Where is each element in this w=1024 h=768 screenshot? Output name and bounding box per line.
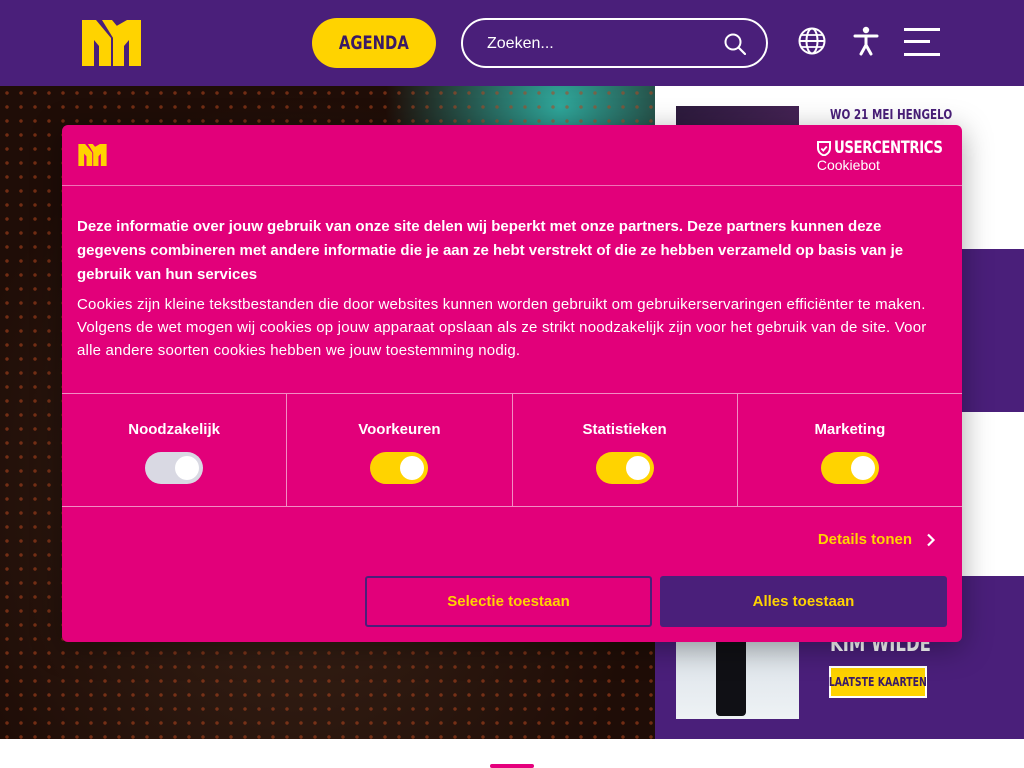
details-label: Details tonen: [817, 531, 912, 548]
allow-selection-button[interactable]: Selectie toestaan: [365, 576, 652, 627]
shield-icon: [816, 140, 831, 156]
category-necessary: Noodzakelijk: [62, 394, 288, 506]
search-input[interactable]: [487, 32, 707, 56]
preferences-toggle[interactable]: [370, 452, 429, 484]
menu-icon[interactable]: [904, 28, 940, 56]
marketing-toggle[interactable]: [820, 452, 879, 484]
category-label: Noodzakelijk: [128, 421, 220, 438]
ticket-status-label: LAATSTE KAARTEN: [828, 675, 928, 689]
category-preferences: Voorkeuren: [287, 394, 513, 506]
search-box[interactable]: [461, 18, 768, 68]
category-statistics: Statistieken: [513, 394, 738, 506]
brand-sub: Cookiebot: [816, 157, 880, 173]
statistics-toggle[interactable]: [595, 452, 654, 484]
dialog-header: USERCENTRICS Cookiebot: [62, 125, 962, 186]
category-label: Voorkeuren: [358, 421, 441, 438]
site-logo[interactable]: [82, 20, 141, 66]
brand-name: USERCENTRICS: [833, 138, 943, 158]
consent-lead-text: Deze informatie over jouw gebruik van on…: [77, 218, 904, 283]
consent-categories: Noodzakelijk Voorkeuren Statistieken Mar…: [62, 393, 962, 507]
dialog-body: Deze informatie over jouw gebruik van on…: [77, 215, 947, 362]
allow-all-button[interactable]: Alles toestaan: [660, 576, 947, 627]
necessary-toggle: [145, 452, 204, 484]
site-logo-small: [78, 144, 107, 166]
event-date: WO 21 MEI HENGELO: [830, 108, 953, 123]
category-marketing: Marketing: [738, 394, 962, 506]
agenda-button[interactable]: AGENDA: [312, 18, 436, 68]
consent-description: Cookies zijn kleine tekstbestanden die d…: [77, 296, 927, 359]
agenda-label: AGENDA: [339, 32, 409, 54]
site-header: AGENDA: [0, 0, 1024, 86]
chevron-right-icon: [927, 533, 936, 546]
cookiebot-brand[interactable]: USERCENTRICS Cookiebot: [816, 138, 947, 173]
show-details-link[interactable]: Details tonen: [818, 531, 936, 548]
accessibility-icon[interactable]: [853, 26, 879, 56]
slider-indicator[interactable]: [490, 764, 534, 768]
category-label: Statistieken: [582, 421, 667, 438]
cookie-consent-dialog: USERCENTRICS Cookiebot Deze informatie o…: [62, 125, 962, 642]
ticket-status-badge: LAATSTE KAARTEN: [829, 666, 927, 698]
category-label: Marketing: [814, 421, 886, 438]
search-icon[interactable]: [724, 33, 746, 55]
globe-icon[interactable]: [798, 27, 826, 55]
